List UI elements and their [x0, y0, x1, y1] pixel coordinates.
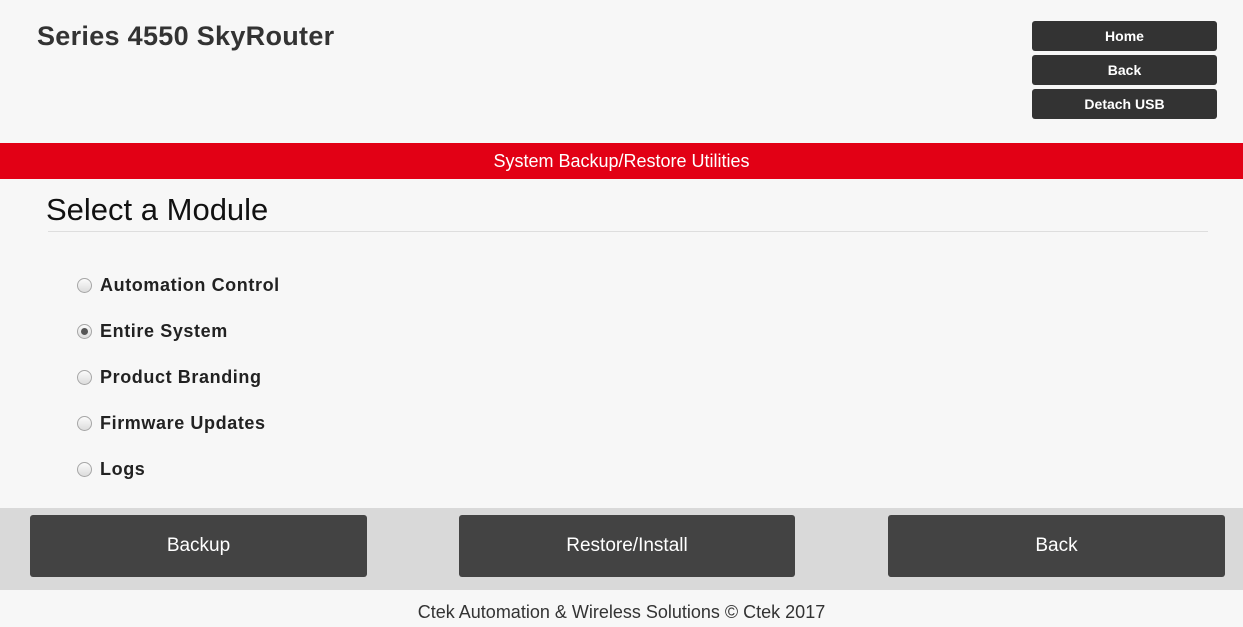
module-option-firmware-updates[interactable]: Firmware Updates	[77, 400, 280, 446]
header-back-button[interactable]: Back	[1032, 55, 1217, 85]
module-option-automation-control[interactable]: Automation Control	[77, 262, 280, 308]
divider	[48, 231, 1208, 232]
restore-install-button[interactable]: Restore/Install	[459, 515, 795, 577]
header: Series 4550 SkyRouter Home Back Detach U…	[0, 0, 1243, 143]
page: Series 4550 SkyRouter Home Back Detach U…	[0, 0, 1243, 627]
module-option-logs[interactable]: Logs	[77, 446, 280, 492]
radio-button[interactable]	[77, 415, 92, 431]
home-button[interactable]: Home	[1032, 21, 1217, 51]
option-label: Entire System	[100, 320, 228, 341]
option-label: Firmware Updates	[100, 412, 266, 433]
page-banner: System Backup/Restore Utilities	[0, 143, 1243, 179]
action-bar: Backup Restore/Install Back	[0, 508, 1243, 590]
module-option-product-branding[interactable]: Product Branding	[77, 354, 280, 400]
option-label: Logs	[100, 458, 146, 479]
app-title: Series 4550 SkyRouter	[37, 21, 335, 51]
footer-text: Ctek Automation & Wireless Solutions © C…	[417, 602, 826, 622]
radio-button[interactable]	[77, 461, 92, 477]
detach-usb-button[interactable]: Detach USB	[1032, 89, 1217, 119]
back-button[interactable]: Back	[888, 515, 1225, 577]
option-label: Automation Control	[100, 274, 280, 295]
radio-button[interactable]	[77, 369, 92, 385]
radio-button[interactable]	[77, 277, 92, 293]
module-options: Automation Control Entire System Product…	[77, 262, 280, 492]
section-title: Select a Module	[46, 192, 269, 227]
module-option-entire-system[interactable]: Entire System	[77, 308, 280, 354]
option-label: Product Branding	[100, 366, 262, 387]
backup-button[interactable]: Backup	[30, 515, 367, 577]
radio-button[interactable]	[77, 323, 92, 339]
top-nav: Home Back Detach USB	[1032, 21, 1217, 123]
